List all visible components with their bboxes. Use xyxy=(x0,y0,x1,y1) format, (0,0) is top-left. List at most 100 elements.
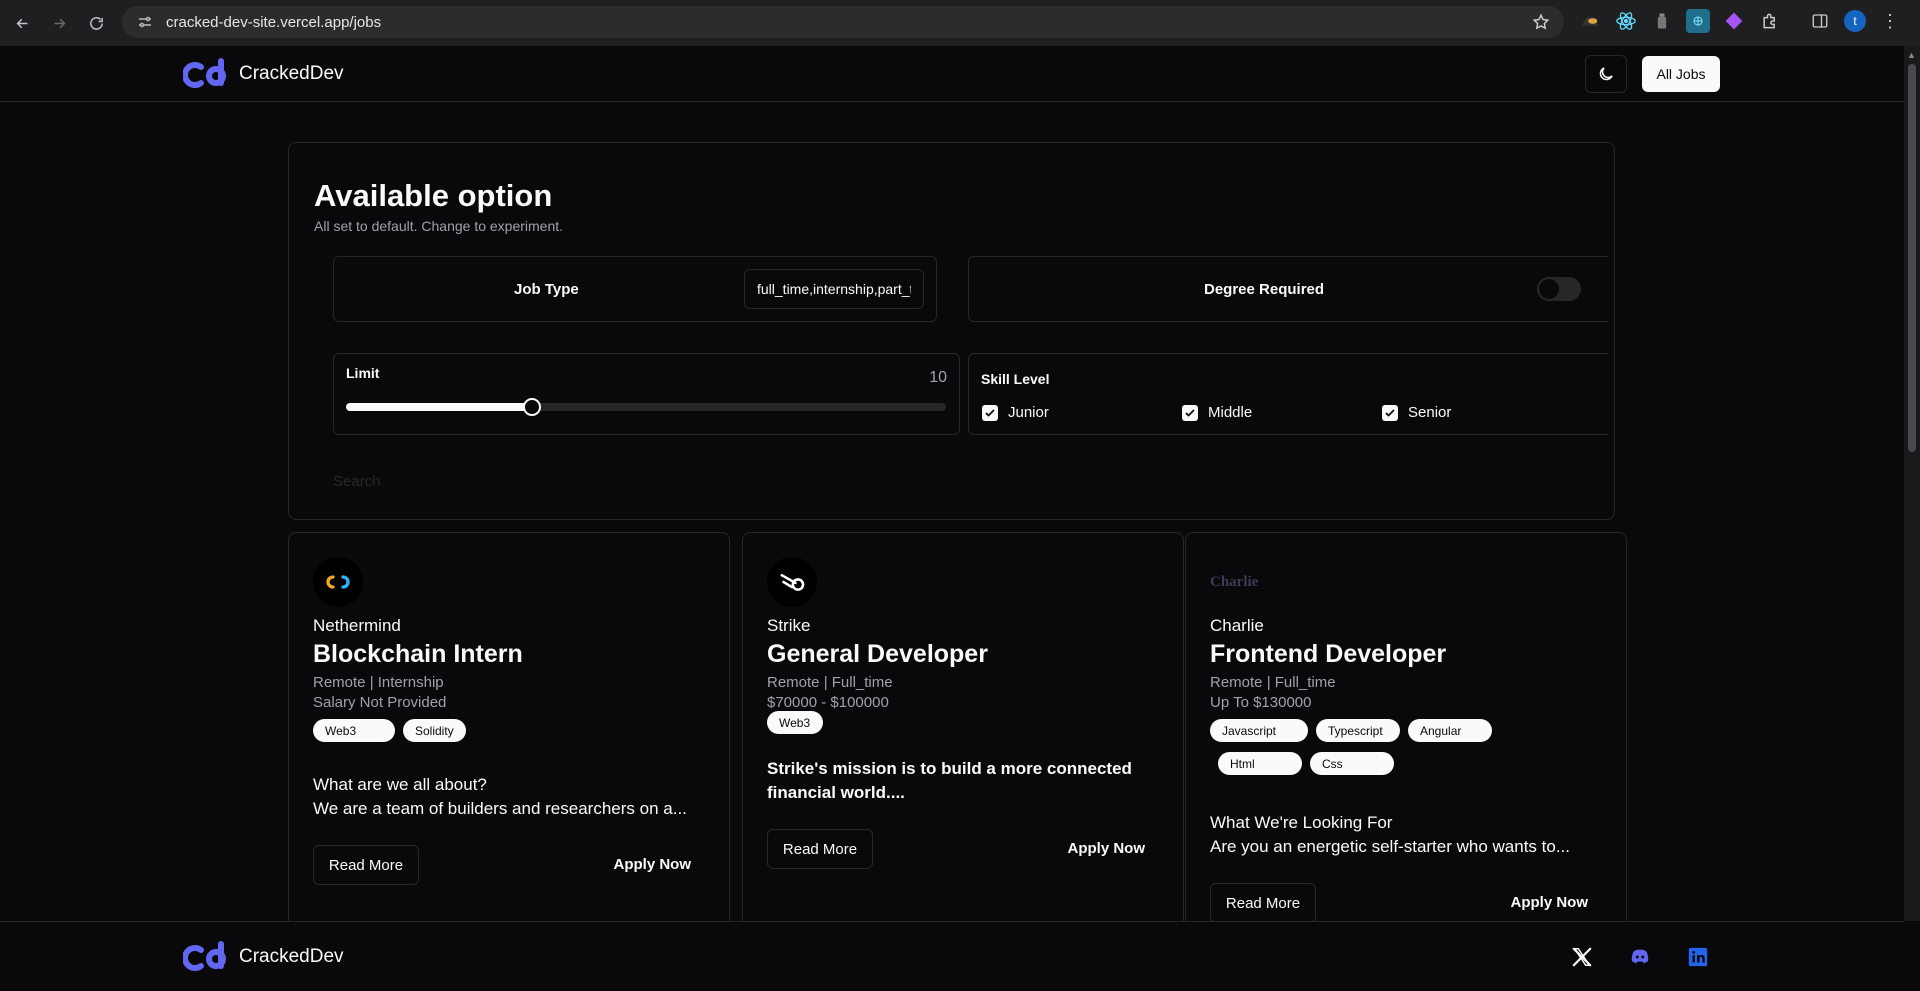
discord-icon[interactable] xyxy=(1629,946,1651,968)
browser-menu-icon[interactable]: ⋮ xyxy=(1878,11,1902,32)
job-title: Frontend Developer xyxy=(1210,640,1447,668)
limit-value: 10 xyxy=(929,369,947,386)
junior-checkbox[interactable] xyxy=(982,404,998,421)
scroll-up-arrow-icon[interactable]: ▲ xyxy=(1907,50,1916,60)
job-type-label: Job Type xyxy=(514,281,579,298)
check-icon xyxy=(1185,408,1195,417)
charlie-logo-text: Charlie xyxy=(1210,573,1259,590)
company-name: Charlie xyxy=(1210,616,1264,635)
forward-icon[interactable] xyxy=(43,7,75,39)
browser-toolbar: cracked-dev-site.vercel.app/jobs t ⋮ xyxy=(0,0,1920,46)
limit-slider-fill xyxy=(346,403,532,411)
limit-label: Limit xyxy=(346,365,380,381)
extensions-area: t ⋮ xyxy=(1578,9,1902,33)
apply-now-button[interactable]: Apply Now xyxy=(1068,840,1146,857)
read-more-button[interactable]: Read More xyxy=(767,829,873,869)
back-icon[interactable] xyxy=(6,7,38,39)
logo-text: CrackedDev xyxy=(239,63,344,84)
job-card-strike: Strike General Developer Remote | Full_t… xyxy=(742,532,1184,922)
job-type-input[interactable] xyxy=(744,269,924,309)
crackeddev-logo-icon xyxy=(183,941,226,971)
company-name: Nethermind xyxy=(313,616,401,635)
job-location-type: Remote | Full_time xyxy=(767,674,893,691)
junior-label: Junior xyxy=(1008,404,1049,421)
job-card-charlie: Charlie Charlie Frontend Developer Remot… xyxy=(1185,532,1627,923)
read-more-button[interactable]: Read More xyxy=(313,845,419,885)
tag-list: Web3 Solidity xyxy=(313,719,466,742)
description-heading: What are we all about? xyxy=(313,775,487,794)
apply-now-button[interactable]: Apply Now xyxy=(1511,894,1589,911)
job-title: General Developer xyxy=(767,640,988,668)
skill-middle[interactable]: Middle xyxy=(1182,404,1252,421)
degree-required-label: Degree Required xyxy=(1204,281,1325,298)
job-salary: Up To $130000 xyxy=(1210,694,1312,711)
theme-toggle-button[interactable] xyxy=(1585,55,1627,93)
job-title: Blockchain Intern xyxy=(313,640,523,668)
tag-list: Javascript Typescript Angular Html Css xyxy=(1210,719,1530,775)
site-footer: CrackedDev xyxy=(0,921,1904,991)
check-icon xyxy=(1385,408,1395,417)
charlie-logo: Charlie xyxy=(1210,557,1270,607)
senior-checkbox[interactable] xyxy=(1382,404,1398,421)
degree-required-option: Degree Required xyxy=(968,256,1608,322)
extension-bottle-icon[interactable] xyxy=(1650,9,1674,33)
profile-avatar[interactable]: t xyxy=(1844,10,1866,32)
scroll-thumb[interactable] xyxy=(1908,64,1916,452)
limit-slider-thumb[interactable] xyxy=(523,398,541,416)
description-text: Strike's mission is to build a more conn… xyxy=(767,759,1132,802)
options-subtitle: All set to default. Change to experiment… xyxy=(314,218,564,234)
extension-square-icon[interactable] xyxy=(1686,9,1710,33)
skill-level-option: Skill Level Junior Middle Senior xyxy=(968,353,1608,435)
bookmark-star-icon[interactable] xyxy=(1532,13,1550,31)
skill-senior[interactable]: Senior xyxy=(1382,404,1451,421)
site-info-icon[interactable] xyxy=(136,13,154,31)
job-salary: $70000 - $100000 xyxy=(767,694,889,711)
linkedin-icon[interactable] xyxy=(1687,946,1709,968)
extension-react-icon[interactable] xyxy=(1614,9,1638,33)
job-description: What are we all about? We are a team of … xyxy=(313,773,713,821)
search-input[interactable]: Search xyxy=(333,473,381,490)
degree-required-switch[interactable] xyxy=(1537,277,1581,301)
skill-junior[interactable]: Junior xyxy=(982,404,1049,421)
job-card-nethermind: Nethermind Blockchain Intern Remote | In… xyxy=(288,532,730,922)
job-location-type: Remote | Internship xyxy=(313,674,444,691)
tag: Javascript xyxy=(1210,719,1308,742)
address-bar[interactable]: cracked-dev-site.vercel.app/jobs xyxy=(122,6,1564,38)
job-description: Strike's mission is to build a more conn… xyxy=(767,757,1147,805)
company-name: Strike xyxy=(767,616,811,635)
tag: Html xyxy=(1218,752,1302,775)
limit-option: Limit 10 xyxy=(333,353,960,435)
limit-slider-track[interactable] xyxy=(346,398,946,416)
x-icon[interactable] xyxy=(1571,946,1593,968)
read-more-button[interactable]: Read More xyxy=(1210,883,1316,923)
reload-icon[interactable] xyxy=(80,7,112,39)
extension-diamond-icon[interactable] xyxy=(1722,9,1746,33)
strike-logo xyxy=(767,557,817,607)
description-text: We are a team of builders and researcher… xyxy=(313,799,687,818)
description-text: Are you an energetic self-starter who wa… xyxy=(1210,837,1571,856)
crackeddev-logo-icon xyxy=(183,58,226,88)
apply-now-button[interactable]: Apply Now xyxy=(614,856,692,873)
tag: Solidity xyxy=(403,719,466,742)
job-location-type: Remote | Full_time xyxy=(1210,674,1336,691)
footer-logo[interactable]: CrackedDev xyxy=(183,940,344,974)
tag: Web3 xyxy=(767,711,823,734)
options-panel: Available option All set to default. Cha… xyxy=(288,142,1615,520)
middle-checkbox[interactable] xyxy=(1182,404,1198,421)
header-logo[interactable]: CrackedDev xyxy=(183,57,344,91)
nethermind-logo xyxy=(313,557,363,607)
check-icon xyxy=(985,408,995,417)
extensions-puzzle-icon[interactable] xyxy=(1758,9,1782,33)
page-scrollbar[interactable]: ▲ xyxy=(1904,46,1920,921)
skill-level-label: Skill Level xyxy=(981,371,1050,387)
middle-label: Middle xyxy=(1208,404,1253,421)
all-jobs-button[interactable]: All Jobs xyxy=(1642,56,1720,92)
senior-label: Senior xyxy=(1408,404,1452,421)
tag: Angular xyxy=(1408,719,1492,742)
job-description: What We're Looking For Are you an energe… xyxy=(1210,811,1610,859)
extension-hat-icon[interactable] xyxy=(1578,9,1602,33)
tag: Typescript xyxy=(1316,719,1400,742)
switch-knob xyxy=(1539,279,1559,299)
side-panel-icon[interactable] xyxy=(1808,9,1832,33)
tag: Web3 xyxy=(313,719,395,742)
